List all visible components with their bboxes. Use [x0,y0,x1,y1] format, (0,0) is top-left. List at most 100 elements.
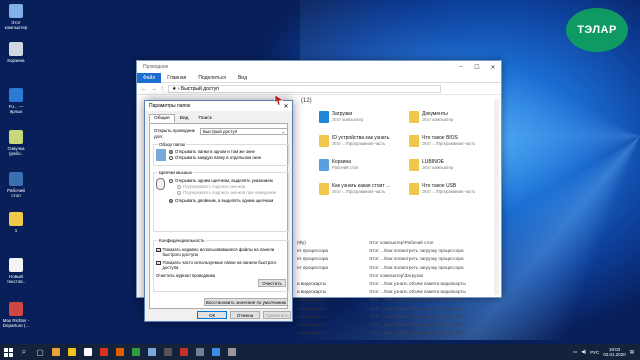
recent-file-row[interactable]: и видеокарты Этот ...\Как узнать объём па… [297,321,503,329]
recent-file-row[interactable]: и видеокарты Этот ...\Как узнать объём па… [297,305,503,313]
desktop-icon-label: Новый текстов.. [6,274,26,284]
recent-file-row[interactable]: и видеокарты Этот ...\Как узнать объём па… [297,313,503,321]
taskbar-app-icon[interactable] [80,344,96,360]
taskbar-app-icon[interactable] [48,344,64,360]
single-click-option[interactable]: Открывать одним щелчком, выделять указан… [169,178,287,183]
clock-date: 02.01.2020 [603,352,626,357]
language-indicator[interactable]: РУС [590,350,599,355]
back-arrow-icon[interactable]: ← [141,86,147,92]
taskbar-app-icon[interactable] [96,344,112,360]
volume-icon[interactable]: ◀) [581,349,586,355]
desktop-icon[interactable]: Озвучка (рабо.. [2,130,30,156]
close-icon[interactable]: ✕ [485,64,501,71]
tab-view[interactable]: Вид [175,114,194,123]
ok-button[interactable]: ОК [197,311,227,319]
folder-item[interactable]: Как узнать какая стоит ... Этот ...\Прогр… [319,183,409,201]
recent-file-path: Этот ...\Как узнать объём памяти видеока… [369,289,466,295]
folder-item[interactable]: LUBINOE Этот компьютер [409,159,499,177]
folder-icon [409,111,419,123]
start-button[interactable] [0,344,16,360]
folder-item[interactable]: Корзина Рабочий стол [319,159,409,177]
radio-button[interactable] [169,155,173,160]
tab-search[interactable]: Поиск [193,114,216,123]
folder-window-icon [156,149,166,161]
vertical-scrollbar[interactable] [494,99,499,295]
desktop-icon[interactable]: 1 [2,212,30,233]
restore-defaults-button[interactable]: Восстановить значения по умолчанию [204,298,288,306]
tab-general[interactable]: Общие [149,114,175,123]
taskbar-app-icon[interactable] [224,344,240,360]
minimize-icon[interactable]: – [453,64,469,71]
notifications-icon[interactable]: ▤ [630,349,634,355]
recent-file-name: нт процессора [297,248,328,254]
taskbar-app-icon[interactable] [176,344,192,360]
folder-item[interactable]: Что такое BIOS Этот ...\Программная часть [409,135,499,153]
recent-files-checkbox-row[interactable]: ✓ Показать недавно использовавшиеся файлы… [156,247,278,257]
underline-hover-option[interactable]: Подчеркивать подписи значков при наведен… [177,190,287,195]
folder-item[interactable]: ID устройства как узнать Этот ...\Програм… [319,135,409,153]
taskbar-app-icon[interactable] [112,344,128,360]
up-arrow-icon[interactable]: ↑ [161,86,164,92]
clear-button[interactable]: Очистить [258,279,286,287]
recent-file-row[interactable]: нт процессора Этот ...\Как посмотреть заг… [297,264,503,272]
taskbar-app-icon[interactable] [144,344,160,360]
browse-same-window-option[interactable]: Открывать папки в одном и том же окне [169,149,287,154]
double-click-option[interactable]: Открывать двойным, а выделять одним щелч… [169,198,287,203]
folder-icon [319,159,329,171]
forward-arrow-icon[interactable]: → [151,86,157,92]
app-glyph [52,348,60,356]
cancel-button[interactable]: Отмена [230,311,260,319]
recent-file-row[interactable]: нт процессора Этот ...\Как посмотреть заг… [297,247,503,255]
checkbox[interactable]: ✓ [156,260,161,265]
app-glyph [84,348,92,356]
radio-button[interactable] [177,190,181,195]
radio-button[interactable] [169,178,173,183]
browse-new-window-option[interactable]: Открывать каждую папку в отдельном окне [169,155,287,160]
search-icon[interactable]: ⌕ [16,344,32,360]
ribbon-tab-share[interactable]: Поделиться [192,73,232,83]
frequent-folders-checkbox-row[interactable]: ✓ Показать часто используемые папки на па… [156,260,278,270]
maximize-icon[interactable]: ☐ [469,64,485,71]
recent-file-row[interactable]: и видеокарты Этот ...\Как узнать объём па… [297,280,503,288]
app-glyph [164,348,172,356]
taskbar-app-icon[interactable] [64,344,80,360]
taskbar-app-icon[interactable] [128,344,144,360]
clock[interactable]: 19:03 02.01.2020 [603,347,626,357]
network-icon[interactable]: ▭ [573,349,577,355]
radio-button[interactable] [177,184,181,189]
recent-file-row[interactable]: и видеокарты Этот ...\Как узнать объём па… [297,296,503,304]
recent-file-row[interactable]: (Фу) Этот компьютер\Рабочий стол [297,239,503,247]
recent-file-row[interactable]: нт процессора Этот ...\Как посмотреть заг… [297,255,503,263]
taskbar-app-icon[interactable] [192,344,208,360]
desktop-icon[interactable]: Новый текстов.. [2,258,30,284]
radio-button[interactable] [169,198,173,203]
recent-file-row[interactable]: и видеокарты Этот ...\Как узнать объём па… [297,329,503,337]
ribbon-tab-home[interactable]: Главная [161,73,192,83]
apply-button[interactable]: Применить [263,311,291,319]
radio-button[interactable] [169,149,173,154]
desktop-icon[interactable]: Рабочий стол [2,172,30,198]
ribbon-tab-file[interactable]: Файл [137,72,162,83]
task-view-icon[interactable]: ▢ [32,344,48,360]
address-bar[interactable]: ★ › Быстрый доступ [168,84,441,93]
desktop-icon[interactable]: Этот компьютер [2,4,30,30]
recent-file-row[interactable]: Этот компьютер\Загрузки [297,272,503,280]
checkbox[interactable]: ✓ [156,247,161,252]
app-glyph [180,348,188,356]
desktop-icon[interactable]: Max Richter - Departure (... [2,302,30,328]
desktop-icon[interactable]: Fo... — ярлык [2,88,30,114]
open-explorer-select[interactable]: Быстрый доступ ⌄ [200,128,288,135]
desktop-item-icon [9,130,23,144]
folder-item[interactable]: Документы Этот компьютер [409,111,499,129]
taskbar-app-icon[interactable] [208,344,224,360]
folder-item[interactable]: Загрузки Этот компьютер [319,111,409,129]
underline-always-option[interactable]: Подчеркивать подписи значков [177,184,287,189]
recent-file-name: нт процессора [297,256,328,262]
ribbon-tab-view[interactable]: Вид [232,73,253,83]
recent-file-path: Этот компьютер\Рабочий стол [369,240,434,245]
desktop-icon[interactable]: Корзина [2,42,30,63]
recent-file-row[interactable]: и видеокарты Этот ...\Как узнать объём па… [297,288,503,296]
folder-item[interactable]: Что такое USB Этот ...\Программная часть [409,183,499,201]
taskbar-app-icon[interactable] [160,344,176,360]
dialog-tabs: Общие Вид Поиск [145,111,292,123]
